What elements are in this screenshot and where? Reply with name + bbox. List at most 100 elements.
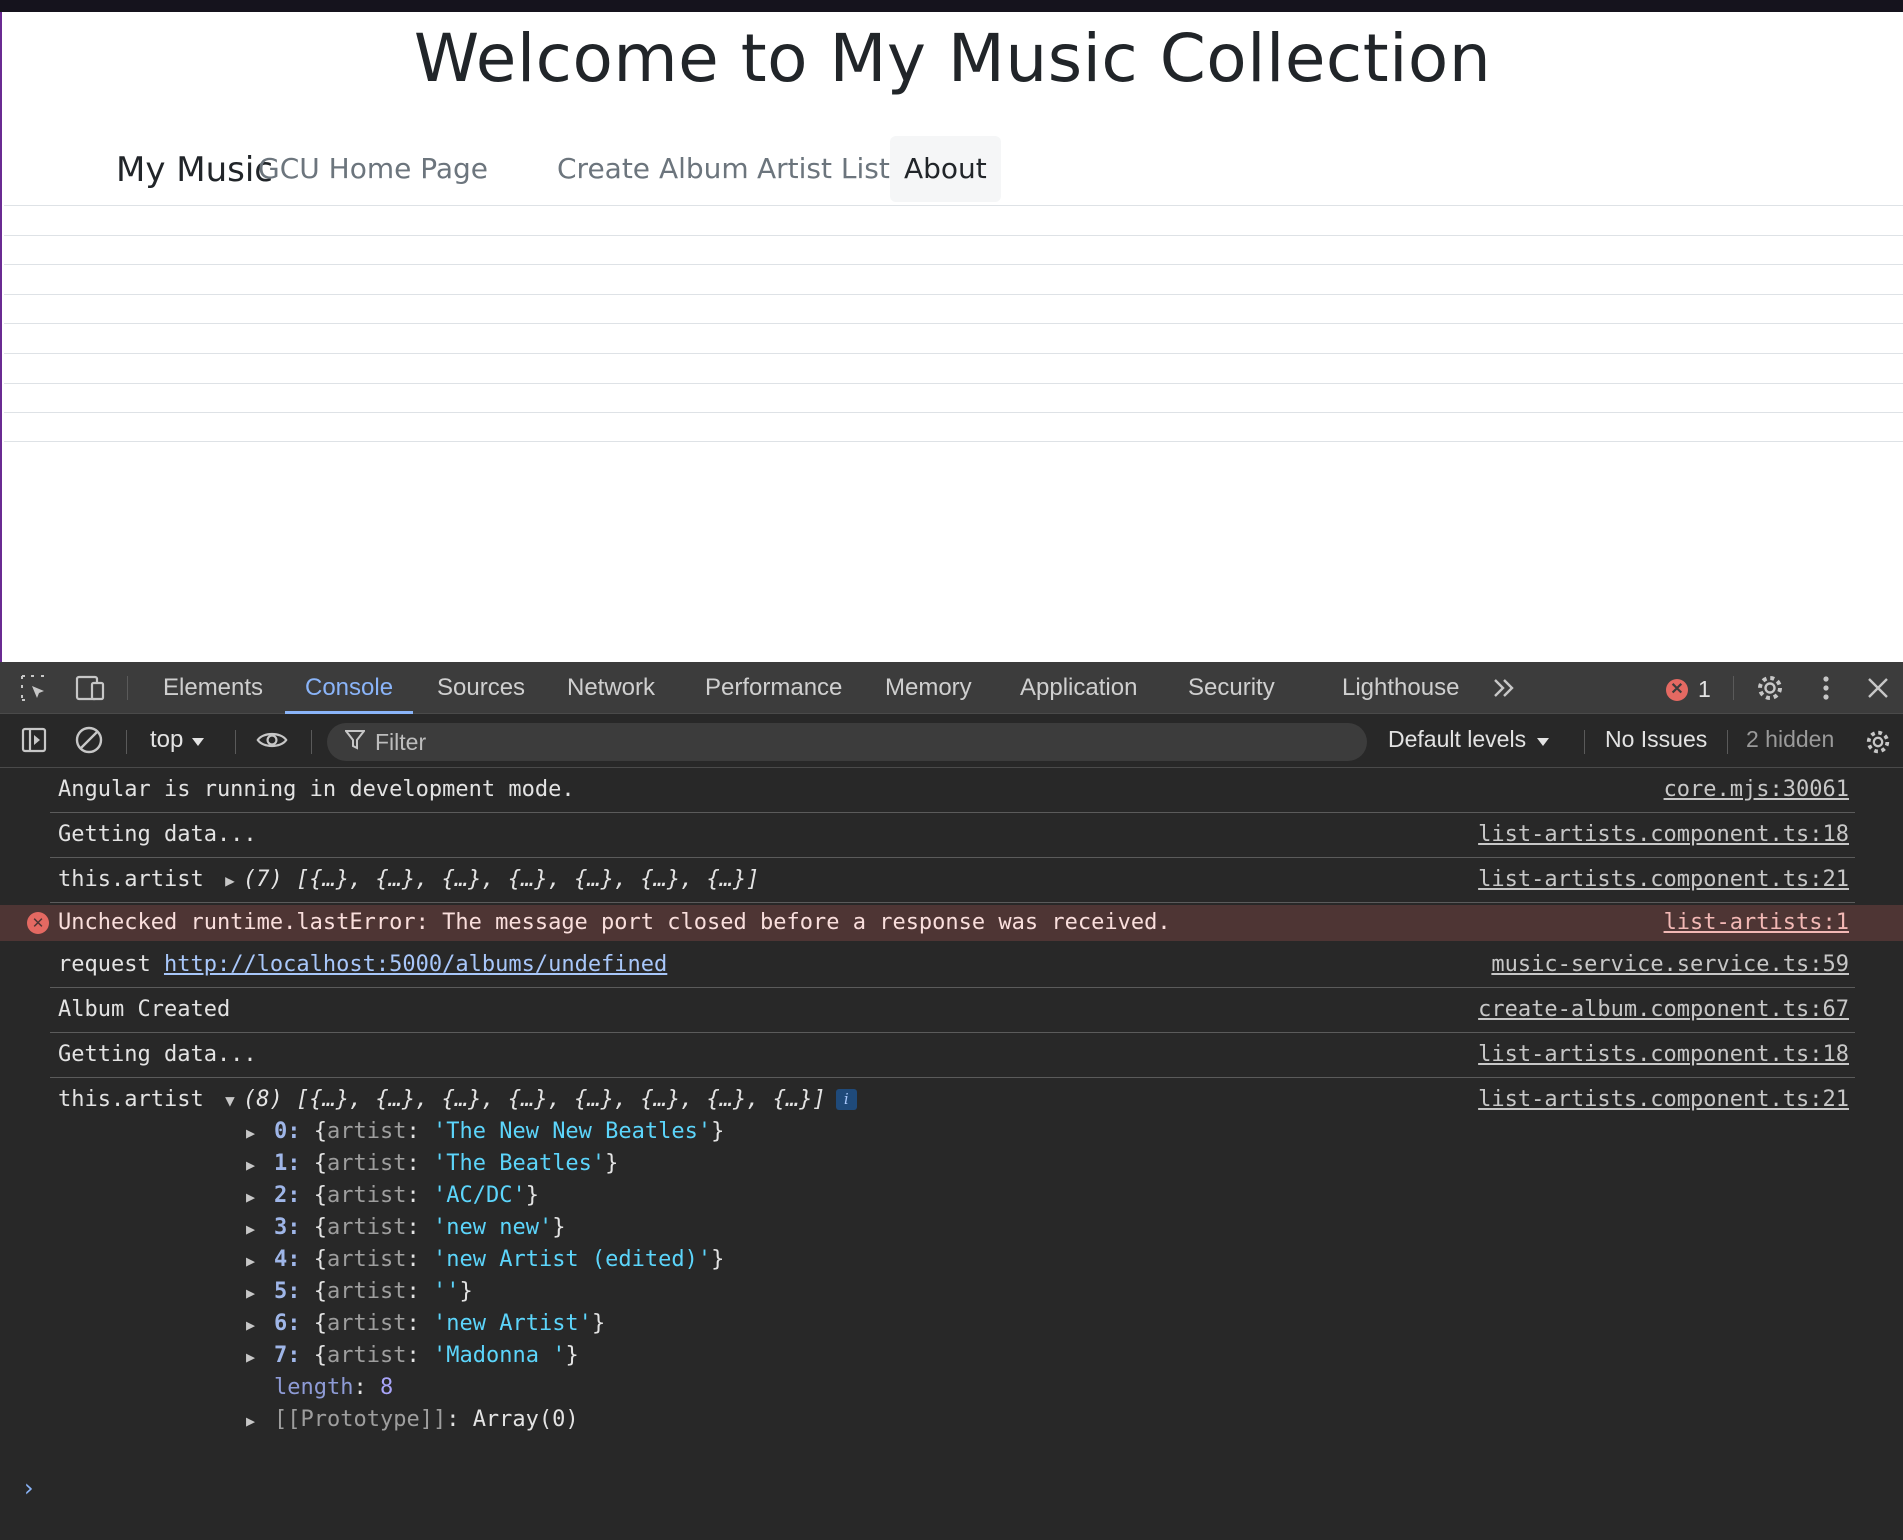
nav-link-create-album[interactable]: Create Album <box>543 136 763 202</box>
array-index: 4 <box>274 1247 288 1272</box>
tab-application[interactable]: Application <box>1020 662 1137 714</box>
console-message: Album Created create-album.component.ts:… <box>0 988 1903 1033</box>
nav-link-gcu-home[interactable]: GCU Home Page <box>244 136 502 202</box>
inspect-element-icon[interactable] <box>18 672 50 704</box>
expand-caret-icon[interactable]: ▶ <box>246 1181 274 1213</box>
tab-elements[interactable]: Elements <box>163 662 263 714</box>
console-message: Angular is running in development mode. … <box>0 768 1903 813</box>
console-source-link[interactable]: list-artists.component.ts:18 <box>1478 822 1849 847</box>
console-source-link[interactable]: list-artists:1 <box>1664 910 1849 935</box>
array-item[interactable]: ▶ 6: {artist: 'new Artist'} <box>246 1308 605 1340</box>
tab-lighthouse[interactable]: Lighthouse <box>1342 662 1459 714</box>
log-label: this.artist <box>58 867 204 892</box>
expand-caret-icon[interactable]: ▶ <box>246 1149 274 1181</box>
tab-console[interactable]: Console <box>285 662 414 714</box>
toolbar-separator <box>127 676 128 700</box>
expand-caret-icon[interactable]: ▶ <box>246 1309 274 1341</box>
clear-console-icon[interactable] <box>73 724 105 756</box>
devtools-tabbar: Elements Console Sources Network Perform… <box>0 662 1903 714</box>
property-key: artist <box>327 1343 407 1368</box>
console-message-text: Angular is running in development mode. <box>58 777 575 802</box>
tab-memory[interactable]: Memory <box>885 662 972 714</box>
context-selector[interactable]: top <box>150 726 205 754</box>
expand-caret-icon[interactable]: ▶ <box>217 871 243 890</box>
expand-caret-icon[interactable]: ▶ <box>246 1213 274 1245</box>
console-output: Angular is running in development mode. … <box>0 768 1903 1540</box>
nav-link-about[interactable]: About <box>890 136 1001 202</box>
error-count: 1 <box>1698 676 1711 702</box>
table-row <box>4 264 1903 294</box>
toolbar-separator <box>235 730 236 754</box>
error-icon: ✕ <box>27 912 49 934</box>
console-source-link[interactable]: list-artists.component.ts:18 <box>1478 1042 1849 1067</box>
issues-count[interactable]: No Issues <box>1605 726 1707 753</box>
dropdown-arrow-icon <box>191 726 205 754</box>
expand-caret-icon[interactable]: ▶ <box>246 1341 274 1373</box>
console-source-link[interactable]: core.mjs:30061 <box>1664 777 1849 802</box>
console-source-link[interactable]: create-album.component.ts:67 <box>1478 997 1849 1022</box>
array-prototype[interactable]: ▶ [[Prototype]]: Array(0) <box>246 1404 579 1436</box>
nav-link-artist-list[interactable]: Artist List <box>743 136 904 202</box>
console-message: this.artist ▶ (7) [{…}, {…}, {…}, {…}, {…… <box>0 858 1903 903</box>
property-key: artist <box>327 1311 407 1336</box>
expand-caret-icon[interactable]: ▶ <box>246 1245 274 1277</box>
sidebar-toggle-icon[interactable] <box>18 724 50 756</box>
array-item[interactable]: ▶ 1: {artist: 'The Beatles'} <box>246 1148 618 1180</box>
error-count-badge[interactable]: ✕ 1 <box>1666 676 1711 703</box>
console-source-link[interactable]: music-service.service.ts:59 <box>1491 952 1849 977</box>
array-index: 0 <box>274 1119 288 1144</box>
expand-caret-icon[interactable]: ▶ <box>246 1405 274 1437</box>
console-prompt-icon[interactable]: › <box>24 1474 34 1502</box>
array-item[interactable]: ▶ 0: {artist: 'The New New Beatles'} <box>246 1116 724 1148</box>
table-row <box>4 293 1903 324</box>
console-settings-gear-icon[interactable] <box>1862 726 1894 758</box>
property-value: 'AC/DC' <box>432 1183 526 1208</box>
table-row <box>4 205 1903 235</box>
context-selector-value: top <box>150 726 184 753</box>
array-length: length: 8 <box>274 1375 394 1400</box>
console-source-link[interactable]: list-artists.component.ts:21 <box>1478 867 1849 892</box>
array-count: (8) <box>242 1087 283 1112</box>
prototype-key: [[Prototype]] <box>274 1407 447 1432</box>
filter-input[interactable] <box>375 728 1335 756</box>
property-value: 'new Artist (edited)' <box>432 1247 712 1272</box>
dropdown-arrow-icon <box>1536 726 1550 753</box>
toolbar-separator <box>126 730 127 754</box>
property-key: artist <box>327 1279 407 1304</box>
tab-security[interactable]: Security <box>1188 662 1275 714</box>
property-key: artist <box>327 1247 407 1272</box>
more-tabs-icon[interactable] <box>1488 672 1520 704</box>
table-row <box>4 382 1903 413</box>
info-icon[interactable]: i <box>835 1089 857 1110</box>
property-value: 'Madonna ' <box>432 1343 566 1368</box>
settings-gear-icon[interactable] <box>1754 672 1786 704</box>
request-url-link[interactable]: http://localhost:5000/albums/undefined <box>164 952 667 977</box>
artist-table <box>4 205 1903 442</box>
console-toolbar: top Default levels No Issues 2 hidden <box>0 714 1903 768</box>
console-filter-box[interactable] <box>327 723 1367 761</box>
expand-caret-icon[interactable]: ▶ <box>246 1117 274 1149</box>
tab-sources[interactable]: Sources <box>437 662 525 714</box>
console-message-content: request http://localhost:5000/albums/und… <box>58 952 667 977</box>
array-item[interactable]: ▶ 3: {artist: 'new new'} <box>246 1212 565 1244</box>
page-title: Welcome to My Music Collection <box>413 20 1492 97</box>
collapse-caret-icon[interactable]: ▼ <box>217 1091 243 1110</box>
console-message-text: Getting data... <box>58 1042 257 1067</box>
array-item[interactable]: ▶ 4: {artist: 'new Artist (edited)'} <box>246 1244 724 1276</box>
array-item[interactable]: ▶ 5: {artist: ''} <box>246 1276 473 1308</box>
expand-caret-icon[interactable]: ▶ <box>246 1277 274 1309</box>
array-item[interactable]: ▶ 2: {artist: 'AC/DC'} <box>246 1180 539 1212</box>
log-levels-dropdown[interactable]: Default levels <box>1388 726 1550 753</box>
device-toolbar-icon[interactable] <box>74 672 106 704</box>
array-item[interactable]: ▶ 7: {artist: 'Madonna '} <box>246 1340 579 1372</box>
log-label: this.artist <box>58 1087 204 1112</box>
console-message-text: Getting data... <box>58 822 257 847</box>
error-icon: ✕ <box>1666 678 1688 701</box>
close-devtools-icon[interactable] <box>1862 672 1894 704</box>
tab-network[interactable]: Network <box>567 662 655 714</box>
more-options-icon[interactable] <box>1810 672 1842 704</box>
live-expression-eye-icon[interactable] <box>256 724 288 756</box>
tab-performance[interactable]: Performance <box>705 662 842 714</box>
console-source-link[interactable]: list-artists.component.ts:21 <box>1478 1087 1849 1112</box>
property-value: 'new Artist' <box>432 1311 592 1336</box>
